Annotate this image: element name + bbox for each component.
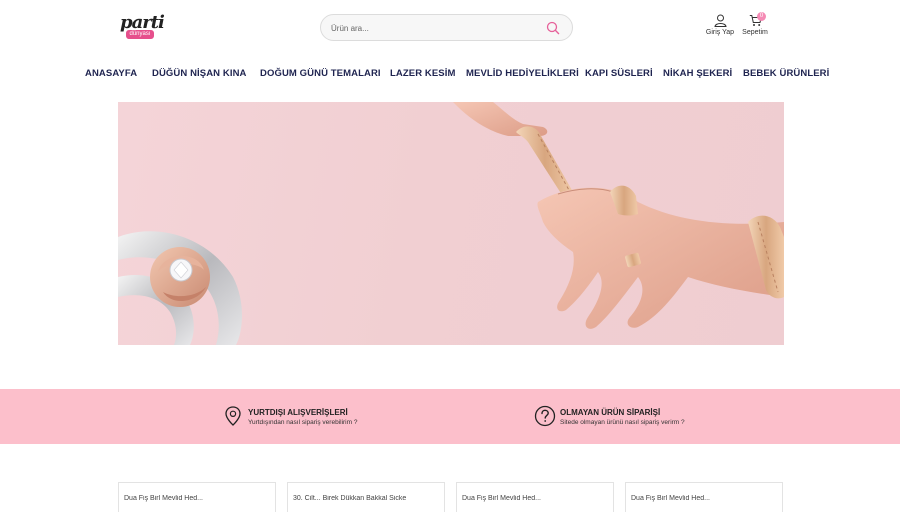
logo-subtext: dünyası (126, 30, 154, 39)
info-subtitle: Sitede olmayan ürünü nasıl sipariş verir… (560, 419, 685, 426)
product-card[interactable]: Dua Fiş Birl Mevlid Hed... (625, 482, 783, 512)
nav-item-mevlid-hediyelikleri[interactable]: MEVLİD HEDİYELİKLERİ (466, 68, 579, 79)
nav-item-kapi-susleri[interactable]: KAPI SÜSLERİ (585, 68, 653, 79)
cart-label: Sepetim (742, 29, 768, 36)
nav-item-lazer-kesim[interactable]: LAZER KESİM (390, 68, 456, 79)
site-logo[interactable]: parti dünyası (118, 10, 165, 44)
info-title: OLMAYAN ÜRÜN SİPARİŞİ (560, 408, 661, 417)
product-card-title: Dua Fiş Birl Mevlid Hed... (462, 495, 541, 502)
cart-count-badge: 0 (757, 12, 766, 21)
product-cards: Dua Fiş Birl Mevlid Hed... 30. Cilt... B… (0, 482, 900, 512)
product-card[interactable]: Dua Fiş Birl Mevlid Hed... (456, 482, 614, 512)
login-label: Giriş Yap (705, 29, 735, 36)
banner-jewelry-image (118, 102, 784, 345)
nav-item-nikah-sekeri[interactable]: NİKAH ŞEKERİ (663, 68, 732, 79)
location-pin-icon (225, 406, 241, 426)
main-navigation: ANASAYFA DÜĞÜN NİŞAN KINA DOĞUM GÜNÜ TEM… (0, 62, 900, 88)
user-icon (713, 14, 727, 27)
product-card[interactable]: 30. Cilt... Birek Dükkan Bakkal Sicke (287, 482, 445, 512)
nav-item-bebek-urunleri[interactable]: BEBEK ÜRÜNLERİ (743, 68, 829, 79)
search-icon[interactable] (546, 21, 560, 35)
search-input[interactable] (331, 20, 531, 36)
question-icon (534, 405, 556, 427)
info-subtitle: Yurtdışından nasıl sipariş verebilirim ? (248, 419, 358, 426)
product-card-title: Dua Fiş Birl Mevlid Hed... (631, 495, 710, 502)
product-card-title: Dua Fiş Birl Mevlid Hed... (124, 495, 203, 502)
nav-item-dogum-gunu-temalari[interactable]: DOĞUM GÜNÜ TEMALARI (260, 68, 381, 79)
cart-link[interactable]: 0 Sepetim (735, 12, 775, 36)
nav-item-anasayfa[interactable]: ANASAYFA (85, 68, 137, 79)
product-card[interactable]: Dua Fiş Birl Mevlid Hed... (118, 482, 276, 512)
info-band: YURTDIŞI ALIŞVERİŞLERİ Yurtdışından nası… (0, 389, 900, 444)
info-title: YURTDIŞI ALIŞVERİŞLERİ (248, 408, 348, 417)
product-card-title: 30. Cilt... Birek Dükkan Bakkal Sicke (293, 495, 407, 502)
nav-item-dugun-nisan-kina[interactable]: DÜĞÜN NİŞAN KINA (152, 68, 247, 79)
site-header: parti dünyası Giriş Yap 0 Sepetim (0, 0, 900, 56)
search-bar (320, 14, 573, 41)
hero-banner[interactable] (118, 102, 784, 345)
login-link[interactable]: Giriş Yap (700, 14, 740, 36)
